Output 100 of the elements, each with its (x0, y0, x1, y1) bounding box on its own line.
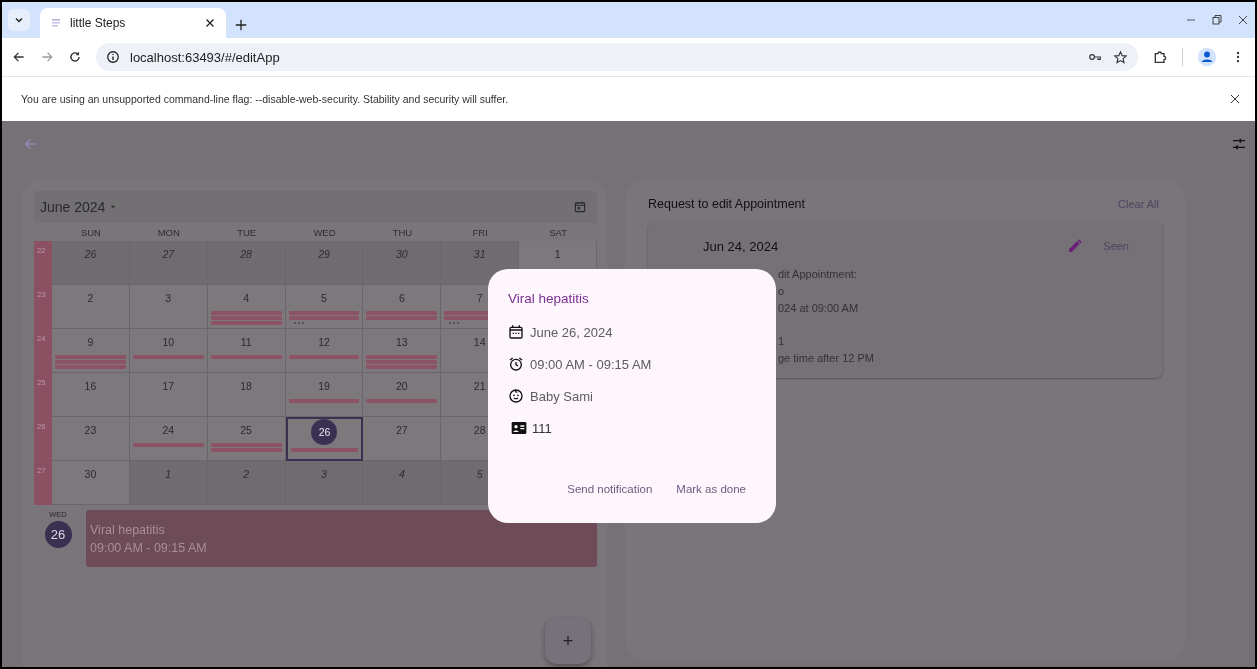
weekday-label: SAT (548, 226, 568, 238)
month-selector[interactable]: June 2024 (40, 199, 118, 215)
reload-icon[interactable] (68, 50, 82, 64)
add-button[interactable]: + (545, 618, 591, 664)
day-number: 2 (242, 467, 251, 482)
restore-icon[interactable] (1211, 14, 1223, 26)
tab-title: little Steps (70, 16, 127, 30)
day-number: 28 (472, 423, 487, 438)
day-number: 3 (164, 291, 173, 306)
agenda-event[interactable]: Viral hepatitis 09:00 AM - 09:15 AM (86, 510, 597, 567)
day-cell[interactable]: 23 (52, 417, 130, 461)
day-cell[interactable]: 27 (129, 241, 208, 285)
day-cell[interactable]: 3 (129, 285, 208, 329)
forward-icon[interactable] (40, 50, 54, 64)
day-number: 11 (239, 335, 253, 350)
day-number: 27 (161, 247, 176, 262)
day-cell[interactable]: 3 (285, 461, 364, 505)
detail-text: 111 (532, 420, 552, 436)
event-time: 09:00 AM - 09:15 AM (90, 540, 208, 555)
day-cell[interactable]: 1 (129, 461, 208, 505)
day-cell[interactable]: 30 (52, 461, 130, 505)
day-number: 14 (472, 335, 487, 350)
day-number: 5 (475, 467, 484, 482)
close-icon[interactable] (1229, 93, 1241, 105)
tab-list-button[interactable] (8, 9, 30, 31)
day-number: 13 (395, 335, 409, 350)
more-events-icon[interactable] (292, 321, 305, 325)
close-icon[interactable] (204, 17, 216, 29)
weekday-label: SUN (79, 226, 102, 238)
day-number: 31 (472, 247, 487, 262)
day-number: 2 (86, 291, 95, 306)
back-icon[interactable] (12, 50, 26, 64)
day-cell[interactable]: 4 (363, 461, 442, 505)
day-cell[interactable]: 20 (363, 373, 442, 417)
day-number: 6 (397, 291, 406, 306)
day-cell[interactable]: 26 (52, 241, 130, 285)
detail-text: Baby Sami (530, 388, 593, 404)
weekday-label: WED (312, 226, 337, 238)
request-text: 024 at 09:00 AM (778, 301, 860, 316)
alarm-clock-icon (508, 356, 524, 372)
day-cell[interactable]: 16 (52, 373, 130, 417)
day-number: 28 (239, 247, 253, 262)
day-cell[interactable]: 28 (207, 241, 286, 285)
day-number: 30 (83, 467, 98, 482)
day-cell[interactable]: 17 (129, 373, 208, 417)
puzzle-icon[interactable] (1152, 49, 1168, 65)
day-cell[interactable]: 29 (285, 241, 364, 285)
url-text: localhost:63493/#/editApp (130, 49, 281, 65)
day-number: 27 (395, 423, 409, 438)
day-number: 1 (553, 247, 562, 262)
day-number: 5 (320, 291, 328, 306)
day-number: 9 (86, 335, 95, 350)
day-cell[interactable]: 30 (363, 241, 442, 285)
weekday-label: FRI (471, 226, 489, 238)
profile-icon[interactable] (1197, 47, 1217, 67)
day-number: 16 (83, 379, 98, 394)
browser-tab[interactable]: little Steps (40, 8, 226, 38)
edit-icon[interactable] (1067, 238, 1084, 254)
day-cell[interactable]: 10 (129, 329, 208, 373)
info-icon[interactable] (106, 50, 120, 64)
more-events-icon[interactable] (448, 321, 461, 325)
back-arrow-icon[interactable] (23, 136, 39, 152)
calendar-icon[interactable] (573, 200, 587, 214)
day-number: 24 (161, 423, 176, 438)
day-cell[interactable]: 27 (363, 417, 442, 461)
day-number: 4 (242, 291, 251, 306)
day-number: 3 (320, 467, 328, 482)
address-bar[interactable]: localhost:63493/#/editApp (96, 43, 1138, 71)
dialog-action-button[interactable]: Mark as done (666, 479, 756, 499)
request-text: 1 (778, 334, 786, 349)
day-cell[interactable]: 2 (52, 285, 130, 329)
day-cell[interactable]: 2 (207, 461, 286, 505)
day-number: 26 (311, 419, 338, 445)
request-text: ge time after 12 PM (778, 351, 875, 366)
day-cell[interactable]: 5 (285, 285, 364, 329)
event-title: Viral hepatitis (90, 522, 166, 537)
day-cell[interactable]: 26 (285, 417, 364, 461)
day-number: 26 (83, 247, 98, 262)
close-icon[interactable] (1237, 14, 1249, 26)
tune-icon[interactable] (1231, 136, 1247, 152)
day-cell[interactable]: 19 (285, 373, 364, 417)
day-cell[interactable]: 24 (129, 417, 208, 461)
day-cell[interactable]: 18 (207, 373, 286, 417)
page-icon (50, 17, 62, 29)
new-tab-icon[interactable] (234, 18, 248, 32)
request-text: dit Appointment: (778, 267, 858, 282)
star-icon[interactable] (1113, 49, 1128, 65)
day-number: 1 (164, 467, 173, 482)
day-number: 29 (317, 247, 331, 262)
panel-title: Request to edit Appointment (648, 197, 806, 211)
day-number: 7 (475, 291, 484, 306)
day-number: 20 (395, 379, 409, 394)
day-cell[interactable]: 11 (207, 329, 286, 373)
calendar-icon (508, 324, 524, 340)
day-number: 17 (161, 379, 176, 394)
caret-icon (109, 203, 118, 211)
agenda-day: 26 (44, 521, 72, 548)
dialog-action-button[interactable]: Send notification (557, 479, 663, 499)
day-cell[interactable]: 12 (285, 329, 364, 373)
day-number: 30 (395, 247, 409, 262)
